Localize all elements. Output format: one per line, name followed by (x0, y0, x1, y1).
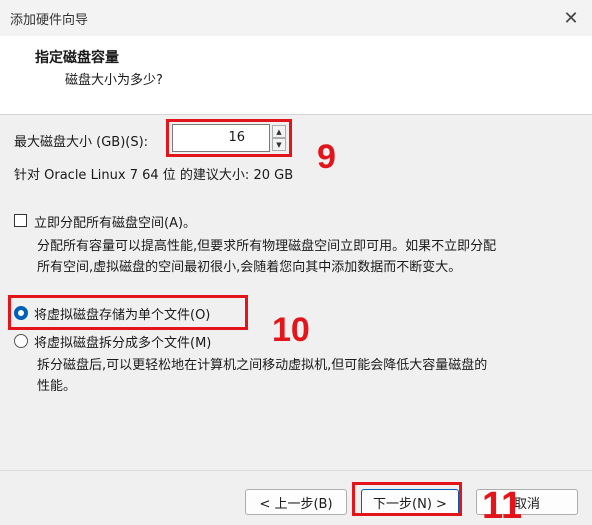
page-subtitle: 磁盘大小为多少? (65, 73, 163, 88)
annotation-number-10: 10 (272, 311, 310, 349)
allocate-desc-line1: 分配所有容量可以提高性能,但要求所有物理磁盘空间立即可用。如果不立即分配 (37, 239, 497, 254)
split-files-label[interactable]: 将虚拟磁盘拆分成多个文件(M) (34, 332, 211, 351)
allocate-description: 分配所有容量可以提高性能,但要求所有物理磁盘空间立即可用。如果不立即分配 所有空… (37, 236, 583, 278)
add-hardware-wizard-window: 添加硬件向导 ✕ 指定磁盘容量 磁盘大小为多少? 最大磁盘大小 (GB)(S):… (0, 0, 592, 525)
allocate-all-label[interactable]: 立即分配所有磁盘空间(A)。 (34, 212, 196, 231)
page-title: 指定磁盘容量 (35, 50, 119, 66)
allocate-all-checkbox[interactable] (14, 214, 27, 227)
wizard-header: 指定磁盘容量 磁盘大小为多少? (0, 36, 592, 115)
close-icon[interactable]: ✕ (556, 4, 586, 32)
annotation-box-10 (8, 295, 248, 330)
allocate-desc-line2: 所有空间,虚拟磁盘的空间最初很小,会随着您向其中添加数据而不断变大。 (37, 260, 462, 275)
annotation-box-9 (166, 119, 292, 157)
split-description: 拆分磁盘后,可以更轻松地在计算机之间移动虚拟机,但可能会降低大容量磁盘的 性能。 (37, 355, 583, 397)
split-desc-line1: 拆分磁盘后,可以更轻松地在计算机之间移动虚拟机,但可能会降低大容量磁盘的 (37, 358, 488, 373)
annotation-number-9: 9 (317, 138, 336, 176)
annotation-number-11: 11 (482, 485, 523, 525)
split-desc-line2: 性能。 (37, 379, 77, 394)
annotation-box-11 (352, 482, 462, 516)
recommended-size-text: 针对 Oracle Linux 7 64 位 的建议大小: 20 GB (14, 168, 294, 183)
back-button[interactable]: < 上一步(B) (245, 489, 347, 515)
max-disk-size-label: 最大磁盘大小 (GB)(S): (14, 135, 149, 150)
window-title: 添加硬件向导 (10, 13, 89, 28)
split-files-radio[interactable] (14, 334, 28, 348)
title-bar[interactable]: 添加硬件向导 ✕ (0, 0, 592, 36)
